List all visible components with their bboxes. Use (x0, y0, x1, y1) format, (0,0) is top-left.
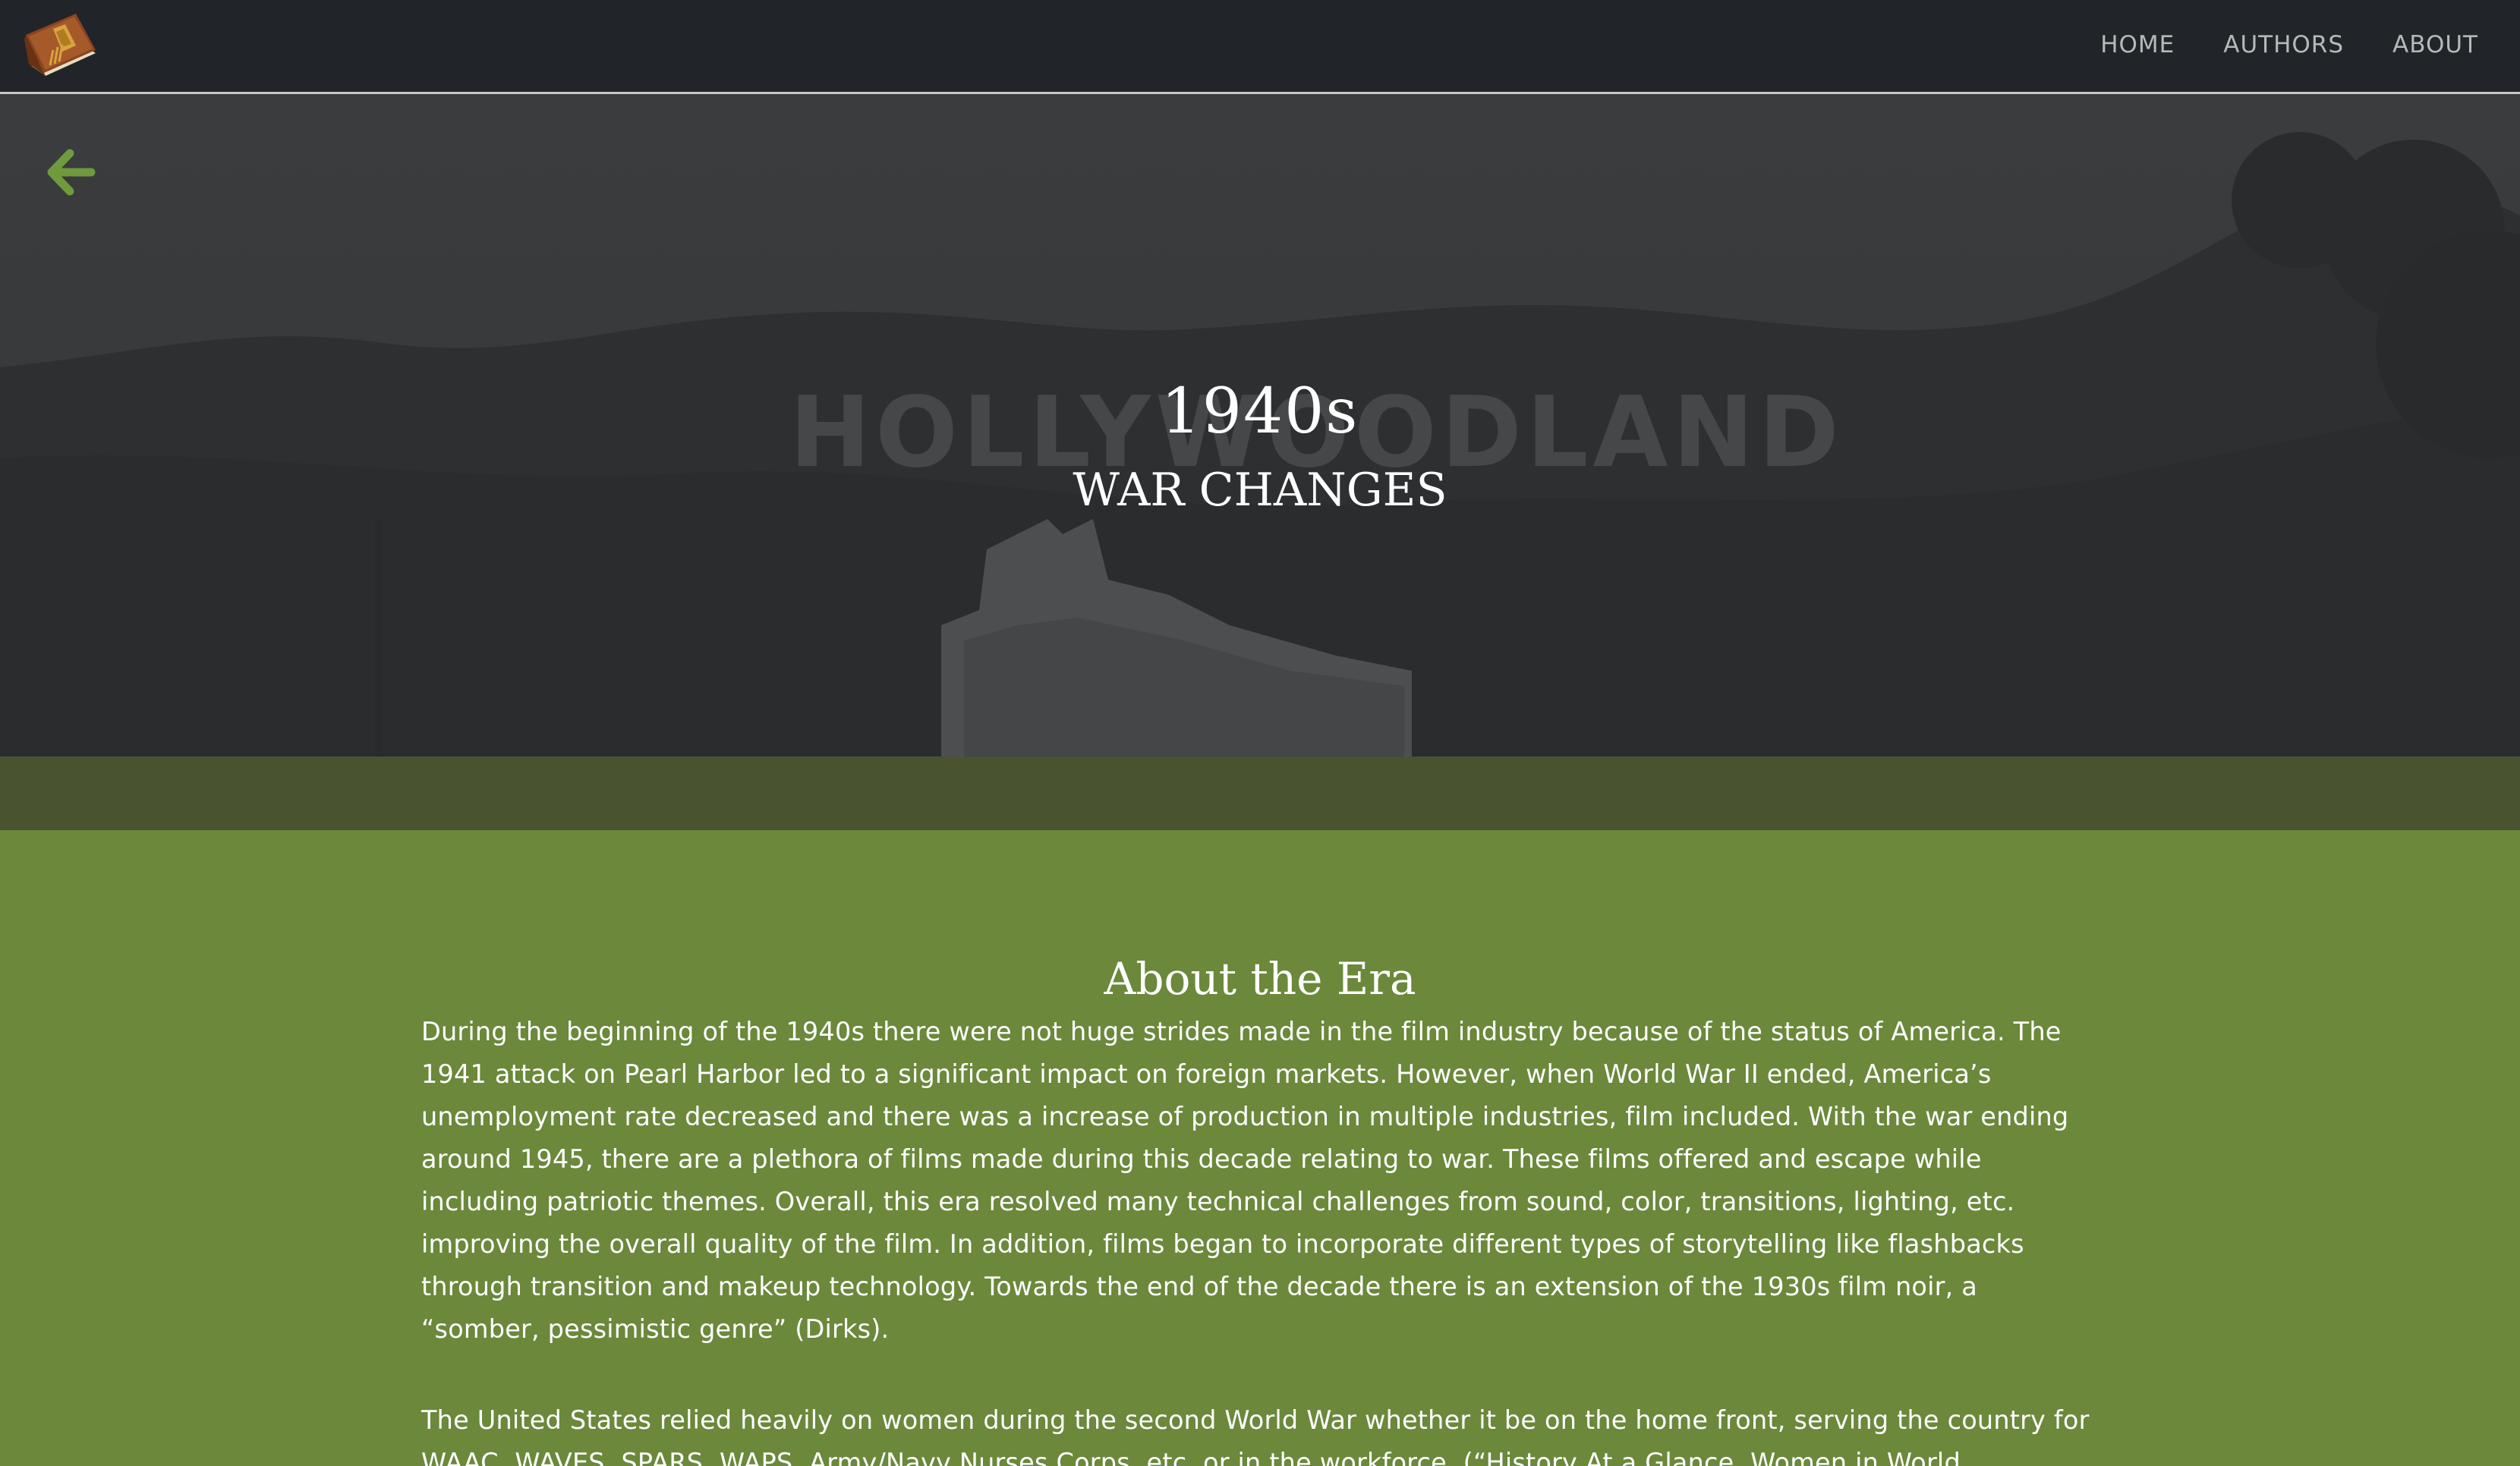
about-paragraph-1: During the beginning of the 1940s there … (421, 1017, 2069, 1344)
section-heading: About the Era (1104, 953, 1416, 1005)
nav-authors-link[interactable]: AUTHORS (2223, 31, 2344, 58)
hero-bottom-band (0, 757, 2520, 830)
book-icon[interactable] (23, 9, 102, 79)
about-section: About the Era During the beginning of th… (421, 830, 2099, 1466)
nav-about-link[interactable]: ABOUT (2392, 31, 2478, 58)
nav-home-link[interactable]: HOME (2100, 31, 2175, 58)
navbar: HOME AUTHORS ABOUT (0, 0, 2520, 94)
hero-banner: HOLLYWOODLAND 1940s WAR CHANGES (0, 94, 2520, 757)
hero-title: 1940s (1161, 376, 1359, 448)
arrow-left-icon[interactable] (46, 149, 96, 196)
nav-links: HOME AUTHORS ABOUT (2052, 0, 2478, 90)
hero-subtitle: WAR CHANGES (1073, 464, 1447, 517)
about-paragraph-2: The United States relied heavily on wome… (421, 1405, 2090, 1466)
